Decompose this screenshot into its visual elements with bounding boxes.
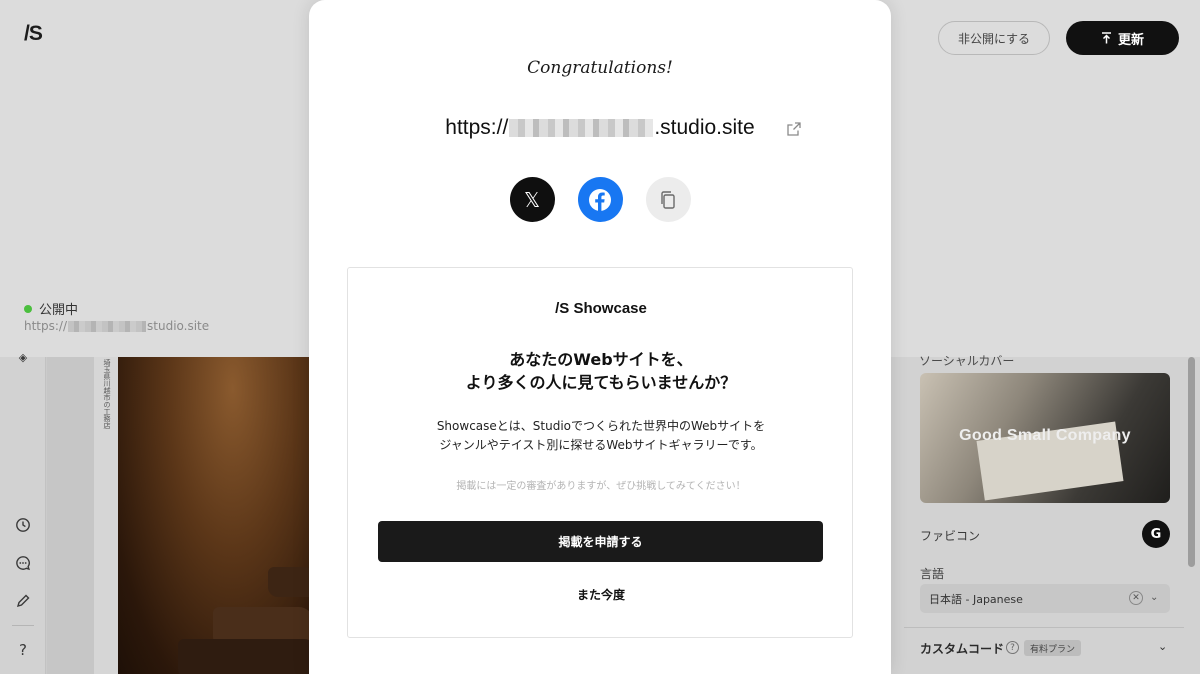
facebook-icon [589,188,611,211]
question-icon[interactable]: ? [1006,641,1019,654]
update-button-label: 更新 [1117,32,1144,48]
share-x-button[interactable]: 𝕏 [509,177,555,222]
social-cover-image[interactable]: Good Small Company [920,373,1170,503]
update-button[interactable]: 更新 [1066,21,1179,55]
publish-success-modal: Congratulations! https:// .studio.site 𝕏… [309,0,891,674]
headline-line: あなたのWebサイトを、 [509,350,693,369]
status-url-suffix: studio.site [147,319,210,333]
status-dot [24,304,32,313]
vertical-caption: 埼玉県川越市の工務店 [103,359,111,429]
status-label: 公開中 [39,303,79,318]
showcase-card: /S Showcase あなたのWebサイトを、 より多くの人に見てもらいません… [347,267,853,638]
paid-plan-badge: 有料プラン [1024,640,1082,656]
showcase-headline: あなたのWebサイトを、 より多くの人に見てもらいませんか？ [348,348,854,394]
copy-icon [661,190,675,209]
language-label: 言語 [920,567,945,581]
published-url[interactable]: https:// studio.site [24,319,209,333]
layers-icon[interactable]: ◈ [14,348,32,366]
unpublish-button[interactable]: 非公開にする [938,21,1050,55]
comment-icon[interactable] [14,554,32,572]
rock-shape [178,639,318,674]
maybe-later-button[interactable]: また今度 [348,586,854,603]
description-line: ジャンルやテイスト別に探せるWebサイトギャラリーです。 [439,438,763,452]
chevron-down-icon[interactable]: ⌄ [1150,592,1158,603]
favicon-preview[interactable]: G [1142,520,1170,548]
copy-link-button[interactable] [645,177,691,222]
favicon-label: ファビコン [920,529,981,543]
showcase-brand: /S Showcase [555,300,647,317]
redacted-subdomain [509,119,654,137]
redacted-subdomain [68,320,147,332]
upload-icon [1101,32,1111,44]
x-icon: 𝕏 [523,187,541,212]
studio-logo[interactable]: /S [24,22,43,46]
headline-line: より多くの人に見てもらいませんか？ [465,373,737,392]
clear-icon[interactable]: ✕ [1129,591,1143,605]
panel-divider [904,627,1184,628]
description-line: Showcaseとは、Studioでつくられた世界中のWebサイトを [436,419,766,433]
custom-code-label[interactable]: カスタムコード [920,640,1004,657]
congrats-heading: Congratulations! [527,58,673,78]
showcase-note: 掲載には一定の審査がありますが、ぜひ挑戦してみてください！ [456,481,746,492]
external-link-icon[interactable] [786,121,802,137]
publish-status: 公開中 [24,299,78,318]
chevron-down-icon[interactable]: ⌄ [1158,640,1167,653]
rail-divider [12,625,34,626]
site-url[interactable]: https:// .studio.site [309,116,891,140]
cover-text: Good Small Company [959,427,1131,444]
share-buttons: 𝕏 [309,177,891,222]
site-url-prefix: https:// [445,116,509,139]
scrollbar[interactable] [1188,357,1195,567]
pen-icon[interactable] [14,592,32,610]
social-cover-label: ソーシャルカバー [919,354,1015,368]
site-url-suffix: .studio.site [654,116,755,139]
status-url-prefix: https:// [24,319,68,333]
hero-photo [118,357,318,674]
showcase-description: Showcaseとは、Studioでつくられた世界中のWebサイトを ジャンルや… [348,417,854,455]
apply-showcase-button[interactable]: 掲載を申請する [378,521,823,562]
help-icon[interactable]: ? [14,641,32,659]
share-facebook-button[interactable] [577,177,623,222]
history-icon[interactable] [14,516,32,534]
